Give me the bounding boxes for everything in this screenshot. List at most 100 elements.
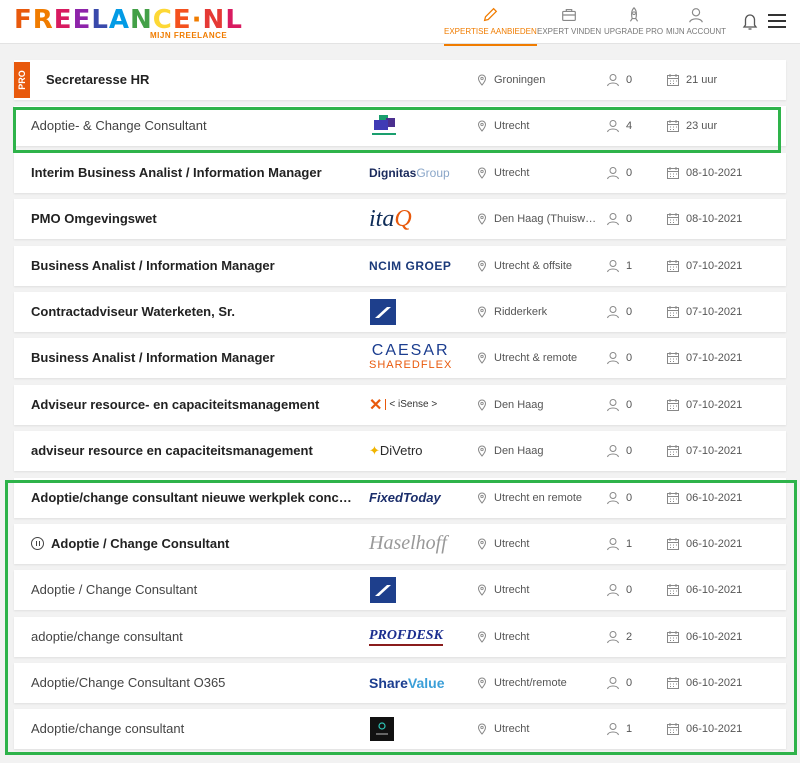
job-date: 21 uur xyxy=(666,60,717,100)
job-row[interactable]: Business Analist / Information Manager NC… xyxy=(14,245,786,286)
nav-expertise-aanbieden[interactable]: EXPERTISE AANBIEDEN xyxy=(444,6,537,46)
company-logo-cell[interactable]: itaQ xyxy=(369,203,459,235)
company-logo-cell[interactable]: ShareValue xyxy=(369,667,459,699)
applicant-count: 4 xyxy=(606,106,632,146)
job-row[interactable]: Interim Business Analist / Information M… xyxy=(14,152,786,193)
job-date: 07-10-2021 xyxy=(666,431,742,471)
nav-upgrade-pro[interactable]: UPGRADE PRO xyxy=(604,6,663,36)
applicant-count: 0 xyxy=(606,385,632,425)
company-logo: ✕ < iSense > xyxy=(369,396,438,414)
location-pin-icon xyxy=(477,445,487,457)
job-location: Utrecht xyxy=(476,617,529,657)
location-pin-icon xyxy=(477,213,487,225)
job-row[interactable]: Adoptie/change consultant nieuwe werkple… xyxy=(14,477,786,518)
nav-label: EXPERT VINDEN xyxy=(537,27,602,36)
job-row[interactable]: Adoptie/change consultant Utrecht 1 06-10-2… xyxy=(14,709,786,750)
company-logo-cell[interactable]: FixedToday xyxy=(369,482,459,514)
person-icon xyxy=(607,305,619,319)
company-logo-cell[interactable]: Haselhoff xyxy=(369,528,459,560)
job-list: PRO Secretaresse HR Groningen 0 21 uur Adopti… xyxy=(14,60,786,756)
nav-mijn-account[interactable]: MIJN ACCOUNT xyxy=(666,6,726,36)
job-row[interactable]: adviseur resource en capaciteitsmanageme… xyxy=(14,431,786,472)
job-title[interactable]: PMO Omgevingswet xyxy=(31,199,356,239)
job-row[interactable]: Adoptie / Change Consultant Haselhoff Utre… xyxy=(14,523,786,564)
person-icon xyxy=(607,213,619,226)
company-logo-cell[interactable]: NCIM GROEP xyxy=(369,250,459,282)
company-logo-cell[interactable]: DignitasGroup xyxy=(369,157,459,189)
company-logo: itaQ xyxy=(369,205,412,232)
person-icon xyxy=(607,445,619,458)
calendar-icon xyxy=(667,723,679,736)
pencil-icon xyxy=(484,7,498,22)
job-location: Utrecht & offsite xyxy=(476,246,572,286)
person-icon xyxy=(607,491,619,504)
company-logo: Haselhoff xyxy=(369,532,447,555)
job-date: 06-10-2021 xyxy=(666,524,742,564)
nav-expert-vinden[interactable]: EXPERT VINDEN xyxy=(537,6,601,36)
job-row[interactable]: Adviseur resource- en capaciteitsmanagem… xyxy=(14,384,786,425)
company-logo-cell[interactable] xyxy=(369,713,459,745)
company-logo-cell[interactable]: CAESAR SHAREDFLEX xyxy=(369,342,459,374)
menu-icon[interactable] xyxy=(768,14,786,32)
job-row[interactable]: Adoptie/Change Consultant O365 ShareValue… xyxy=(14,663,786,704)
job-title[interactable]: Secretaresse HR xyxy=(46,60,371,100)
job-title[interactable]: Contractadviseur Waterketen, Sr. xyxy=(31,292,356,332)
calendar-icon xyxy=(667,166,679,179)
job-title[interactable]: adviseur resource en capaciteitsmanageme… xyxy=(31,431,356,471)
job-title[interactable]: Business Analist / Information Manager xyxy=(31,246,356,286)
company-logo-cell[interactable] xyxy=(369,296,459,328)
company-logo-cell[interactable]: ✕ < iSense > xyxy=(369,389,459,421)
company-logo xyxy=(370,298,396,325)
job-title[interactable]: Adoptie- & Change Consultant xyxy=(31,106,356,146)
calendar-icon xyxy=(667,352,679,365)
freelance-logo[interactable]: FREELANCE·NL MIJN FREELANCE xyxy=(14,7,243,41)
job-title[interactable]: Adoptie / Change Consultant xyxy=(31,570,356,610)
applicant-count: 0 xyxy=(606,431,632,471)
company-logo-cell[interactable] xyxy=(369,110,459,142)
job-title[interactable]: Adoptie/Change Consultant O365 xyxy=(31,663,356,703)
job-title[interactable]: Business Analist / Information Manager xyxy=(31,338,356,378)
job-title[interactable]: Interim Business Analist / Information M… xyxy=(31,153,356,193)
job-title[interactable]: Adoptie/change consultant xyxy=(31,709,356,749)
calendar-icon xyxy=(667,630,679,643)
company-logo-cell[interactable]: PROFDESK xyxy=(369,621,459,653)
location-pin-icon xyxy=(477,74,487,86)
nav-label: EXPERTISE AANBIEDEN xyxy=(444,27,537,36)
job-date: 23 uur xyxy=(666,106,717,146)
bell-icon[interactable] xyxy=(741,12,759,37)
job-location: Utrecht xyxy=(476,570,529,610)
location-pin-icon xyxy=(477,167,487,179)
person-icon xyxy=(607,584,619,597)
job-location: Ridderkerk xyxy=(476,292,547,332)
applicant-count: 0 xyxy=(606,199,632,239)
job-title[interactable]: Adoptie / Change Consultant xyxy=(31,524,356,564)
job-row[interactable]: PMO Omgevingswet itaQ Den Haag (Thuisw… 0 08… xyxy=(14,199,786,240)
job-title[interactable]: adoptie/change consultant xyxy=(31,617,356,657)
calendar-icon xyxy=(667,213,679,226)
person-icon xyxy=(607,166,619,180)
company-logo-cell[interactable]: ✦DiVetro xyxy=(369,435,459,467)
job-row[interactable]: Business Analist / Information Manager CA… xyxy=(14,338,786,379)
applicant-count: 0 xyxy=(606,292,632,332)
location-pin-icon xyxy=(477,723,487,736)
job-row[interactable]: PRO Secretaresse HR Groningen 0 21 uur xyxy=(14,60,786,100)
job-row[interactable]: Adoptie- & Change Consultant Utrecht 4 23 u… xyxy=(14,106,786,147)
job-location: Utrecht xyxy=(476,709,529,749)
job-title[interactable]: Adviseur resource- en capaciteitsmanagem… xyxy=(31,385,356,425)
calendar-icon xyxy=(667,74,679,86)
job-date: 08-10-2021 xyxy=(666,199,742,239)
job-title[interactable]: Adoptie/change consultant nieuwe werkple… xyxy=(31,478,356,518)
job-date: 07-10-2021 xyxy=(666,292,742,332)
company-logo xyxy=(370,577,396,604)
company-logo-cell[interactable] xyxy=(369,64,459,96)
calendar-icon xyxy=(667,305,679,318)
applicant-count: 0 xyxy=(606,663,632,703)
applicant-count: 1 xyxy=(606,709,632,749)
company-logo-cell[interactable] xyxy=(369,574,459,606)
job-row[interactable]: Adoptie / Change Consultant Utrecht 0 06-10… xyxy=(14,570,786,611)
job-row[interactable]: Contractadviseur Waterketen, Sr. Ridderke… xyxy=(14,291,786,332)
job-location: Den Haag (Thuisw… xyxy=(476,199,596,239)
job-date: 06-10-2021 xyxy=(666,570,742,610)
company-logo: PROFDESK xyxy=(369,628,443,646)
job-row[interactable]: adoptie/change consultant PROFDESK Utrecht… xyxy=(14,616,786,657)
